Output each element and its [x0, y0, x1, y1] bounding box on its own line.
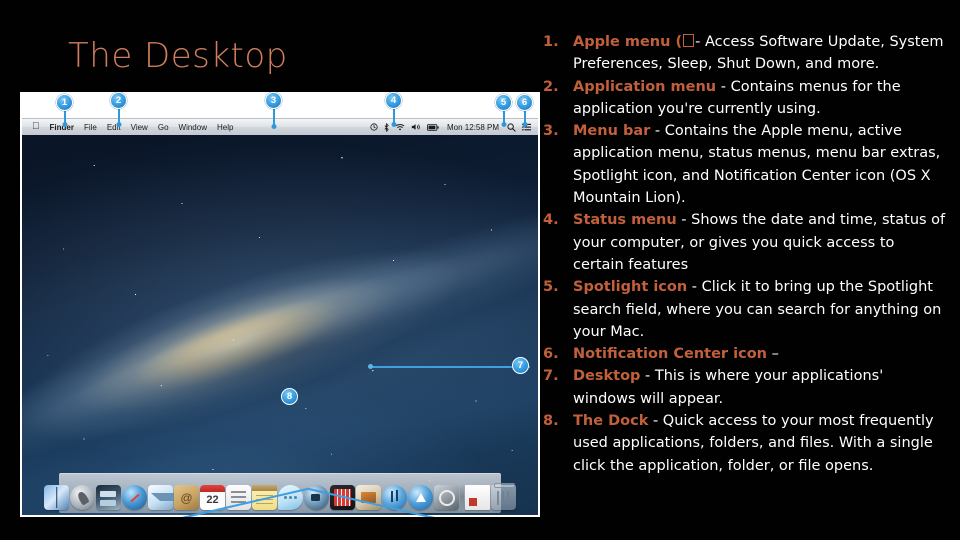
- apple-logo-missing-glyph-icon: [683, 34, 695, 47]
- slide-root: The Desktop  Finder File Edit View Go W…: [0, 0, 960, 540]
- dock-icon-trash[interactable]: [491, 483, 516, 510]
- list-item: 6. Notification Center icon –: [543, 343, 947, 365]
- list-item-term: Menu bar: [573, 123, 651, 140]
- list-item: 3. Menu bar - Contains the Apple menu, ac…: [543, 120, 947, 209]
- callout-badge-7[interactable]: 7: [512, 357, 529, 374]
- menu-item-help[interactable]: Help: [212, 123, 238, 132]
- list-item: 5. Spotlight icon - Click it to bring up …: [543, 276, 947, 343]
- callout-badge-2[interactable]: 2: [110, 92, 127, 109]
- dock-icon-launchpad[interactable]: [70, 485, 95, 510]
- list-item: 4. Status menu - Shows the date and time,…: [543, 209, 947, 276]
- menu-item-window[interactable]: Window: [174, 123, 212, 132]
- dock-icon-system-preferences[interactable]: [434, 485, 459, 510]
- mac-desktop-screenshot:  Finder File Edit View Go Window Help: [20, 92, 540, 517]
- starfield: [22, 135, 538, 515]
- callout-stem-4: [393, 107, 395, 124]
- callout-stem-2: [118, 107, 120, 124]
- list-item-number: 5.: [543, 279, 559, 296]
- list-item-term: The Dock: [573, 413, 649, 430]
- callout-leader-7: [370, 366, 530, 368]
- dock-icon-mail[interactable]: [148, 485, 188, 510]
- list-item: 8. The Dock - Quick access to your most f…: [543, 410, 947, 477]
- callout-badge-6[interactable]: 6: [516, 94, 533, 111]
- list-item-number: 1.: [543, 34, 559, 50]
- dock-icon-document[interactable]: [465, 485, 490, 510]
- callout-stem-6: [524, 110, 526, 124]
- callout-badge-1[interactable]: 1: [56, 94, 73, 111]
- list-item-body: The Dock - Quick access to your most fre…: [573, 410, 947, 477]
- list-item-body: Spotlight icon - Click it to bring up th…: [573, 276, 947, 343]
- callout-leader-dot-7: [368, 364, 373, 369]
- list-item-description: –: [766, 346, 779, 363]
- list-item-body: Application menu - Contains menus for th…: [573, 76, 947, 121]
- apple-menu-icon[interactable]: : [26, 122, 45, 132]
- desktop-wallpaper[interactable]: [22, 135, 538, 515]
- list-item-number: 4.: [543, 212, 559, 229]
- list-item: 7. Desktop - This is where your applicati…: [543, 365, 947, 410]
- callout-stem-1: [64, 110, 66, 124]
- list-item-body: Desktop - This is where your application…: [573, 365, 947, 410]
- callout-badge-8[interactable]: 8: [281, 388, 298, 405]
- list-item-term: Desktop: [573, 368, 641, 385]
- mac-menu-bar:  Finder File Edit View Go Window Help: [22, 118, 538, 135]
- callout-badge-5[interactable]: 5: [495, 94, 512, 111]
- dock-icon-iphoto[interactable]: [356, 485, 381, 510]
- list-item-term: Apple menu (: [573, 34, 683, 50]
- callout-stem-3: [273, 107, 275, 126]
- dock-icon-safari[interactable]: [122, 485, 147, 510]
- battery-icon[interactable]: [424, 123, 442, 131]
- dock-icon-mission-control[interactable]: [96, 485, 121, 510]
- list-item: 1. Apple menu (- Access Software Update, …: [543, 31, 947, 76]
- mac-dock[interactable]: [44, 473, 516, 513]
- list-item-number: 2.: [543, 78, 559, 95]
- volume-icon[interactable]: [408, 123, 424, 131]
- list-item-number: 7.: [543, 368, 559, 385]
- list-item-body: Menu bar - Contains the Apple menu, acti…: [573, 120, 947, 209]
- list-item-number: 3.: [543, 123, 559, 140]
- dock-icon-calendar[interactable]: [200, 485, 225, 510]
- dock-icon-messages[interactable]: [278, 485, 303, 510]
- list-item-body: Apple menu (- Access Software Update, Sy…: [573, 31, 947, 76]
- dock-separator: [460, 484, 464, 510]
- list-item-term: Application menu: [573, 78, 717, 95]
- list-item: 2. Application menu - Contains menus for …: [543, 76, 947, 121]
- list-item-number: 8.: [543, 413, 559, 430]
- list-item-term: Notification Center icon: [573, 346, 767, 363]
- dock-icon-app-store[interactable]: [408, 485, 433, 510]
- page-title: The Desktop: [68, 36, 288, 76]
- list-item-body: Status menu - Shows the date and time, s…: [573, 209, 947, 276]
- list-item-body: Notification Center icon –: [573, 343, 947, 365]
- menu-bar-clock[interactable]: Mon 12:58 PM: [442, 123, 504, 132]
- menu-item-edit[interactable]: Edit: [102, 123, 126, 132]
- list-item-term: Status menu: [573, 212, 677, 229]
- desktop-elements-list: 1. Apple menu (- Access Software Update, …: [543, 31, 947, 477]
- list-item-term: Spotlight icon: [573, 279, 688, 296]
- menu-item-view[interactable]: View: [126, 123, 153, 132]
- callout-badge-3[interactable]: 3: [265, 92, 282, 109]
- menu-item-go[interactable]: Go: [153, 123, 174, 132]
- callout-badge-4[interactable]: 4: [385, 92, 402, 109]
- dock-icon-contacts[interactable]: [174, 485, 199, 510]
- dock-icon-finder[interactable]: [44, 485, 69, 510]
- list-item-number: 6.: [543, 346, 559, 363]
- time-machine-icon[interactable]: [367, 123, 381, 131]
- menu-item-file[interactable]: File: [79, 123, 102, 132]
- callout-stem-5: [503, 110, 505, 124]
